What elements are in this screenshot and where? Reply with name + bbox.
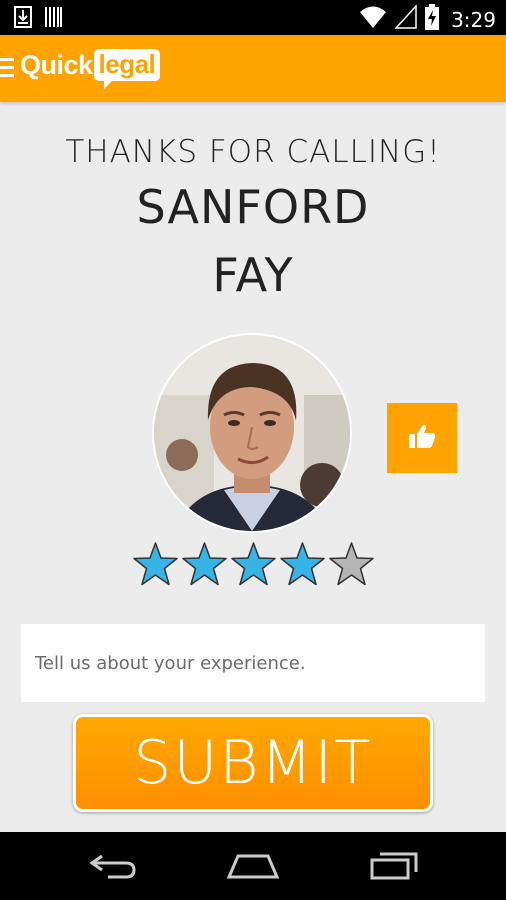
- logo-quick-text: Quick: [20, 49, 93, 80]
- title-block: THANKS FOR CALLING! SANFORD FAY: [0, 132, 506, 308]
- like-button[interactable]: [387, 403, 457, 473]
- submit-button[interactable]: SUBMIT: [73, 714, 433, 812]
- star-filled-icon[interactable]: [181, 541, 228, 588]
- lawyer-first-name: SANFORD: [136, 180, 370, 234]
- app-bar: Quick legal: [0, 35, 506, 102]
- signal-icon: [394, 4, 417, 34]
- wifi-icon: [359, 5, 387, 34]
- download-icon: [14, 6, 32, 33]
- star-filled-icon[interactable]: [132, 541, 179, 588]
- status-time: 3:29: [451, 7, 496, 32]
- thanks-heading: THANKS FOR CALLING!: [65, 134, 441, 170]
- battery-charging-icon: [425, 4, 440, 35]
- quicklegal-logo: Quick legal: [20, 49, 161, 89]
- status-bar: 3:29: [0, 0, 506, 35]
- status-right: 3:29: [359, 4, 496, 35]
- star-filled-icon[interactable]: [279, 541, 326, 588]
- recent-apps-icon[interactable]: [370, 850, 420, 885]
- logo-legal-bubble: legal: [93, 49, 161, 89]
- barcode-icon: [44, 6, 62, 33]
- star-empty-icon[interactable]: [328, 541, 375, 588]
- status-left: [14, 6, 62, 33]
- back-icon[interactable]: [88, 850, 138, 885]
- thumbs-up-icon: [408, 423, 436, 454]
- hamburger-menu-icon[interactable]: [0, 58, 14, 78]
- logo-legal-text: legal: [93, 49, 161, 81]
- feedback-input[interactable]: [21, 624, 485, 702]
- lawyer-last-name: FAY: [212, 248, 294, 302]
- star-rating[interactable]: [132, 541, 375, 588]
- nav-bar: [0, 832, 506, 900]
- avatar: [152, 333, 352, 533]
- star-filled-icon[interactable]: [230, 541, 277, 588]
- home-icon[interactable]: [226, 850, 280, 885]
